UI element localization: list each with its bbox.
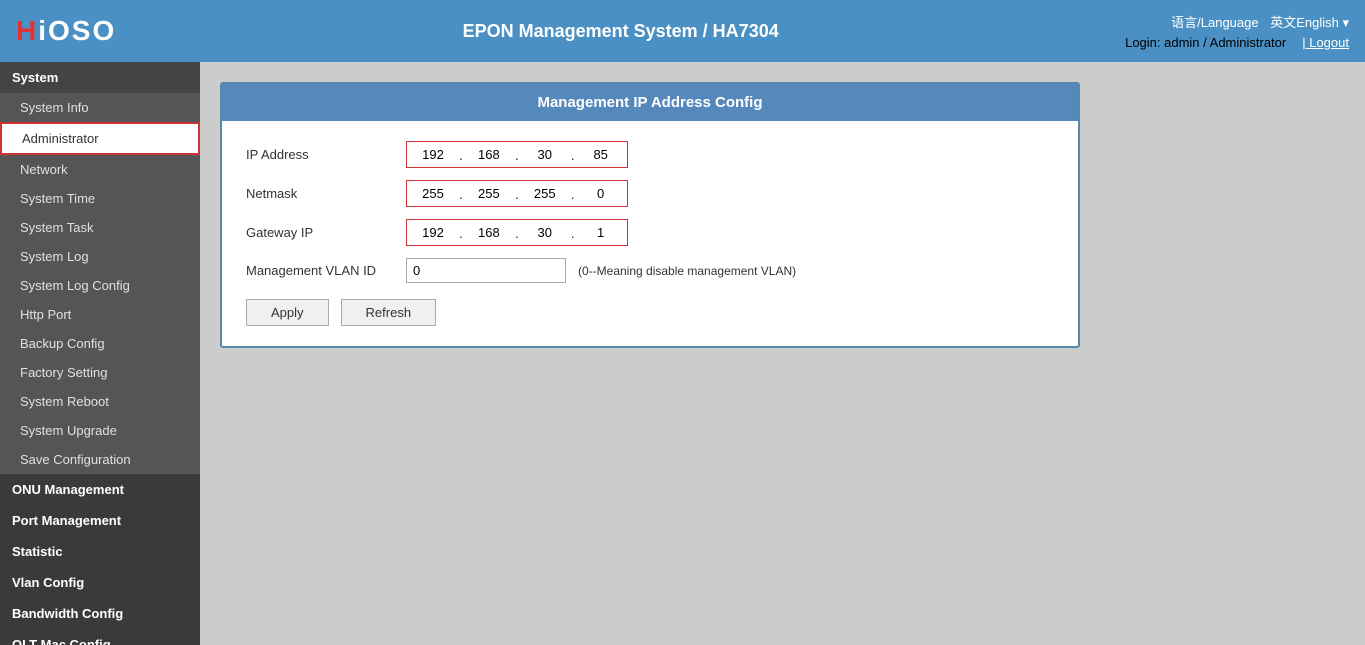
sidebar-item-system-time[interactable]: System Time bbox=[0, 184, 200, 213]
ip-address-octet2[interactable] bbox=[465, 144, 513, 165]
ip-address-inputs: . . . bbox=[406, 141, 628, 168]
netmask-row: Netmask . . . bbox=[246, 180, 1054, 207]
lang-label: 语言/Language bbox=[1171, 12, 1258, 31]
sidebar-item-system-log-config[interactable]: System Log Config bbox=[0, 271, 200, 300]
ip-address-label: IP Address bbox=[246, 147, 406, 162]
ip-address-octet3[interactable] bbox=[521, 144, 569, 165]
language-selector[interactable]: 语言/Language 英文English ▾ bbox=[1171, 12, 1349, 31]
sidebar-item-system-task[interactable]: System Task bbox=[0, 213, 200, 242]
netmask-dot-3: . bbox=[569, 186, 577, 202]
header-right: 语言/Language 英文English ▾ Login: admin / A… bbox=[1125, 12, 1349, 50]
content-area: Management IP Address Config IP Address … bbox=[200, 62, 1365, 645]
netmask-dot-1: . bbox=[457, 186, 465, 202]
sidebar-section-vlan[interactable]: Vlan Config bbox=[0, 567, 200, 598]
lang-value[interactable]: 英文English ▾ bbox=[1270, 12, 1349, 31]
ip-dot-2: . bbox=[513, 147, 521, 163]
logout-link[interactable]: | Logout bbox=[1302, 35, 1349, 50]
sidebar-item-http-port[interactable]: Http Port bbox=[0, 300, 200, 329]
login-info: Login: admin / Administrator bbox=[1125, 35, 1286, 50]
apply-button[interactable]: Apply bbox=[246, 299, 329, 326]
netmask-octet2[interactable] bbox=[465, 183, 513, 204]
netmask-octet1[interactable] bbox=[409, 183, 457, 204]
gateway-dot-1: . bbox=[457, 225, 465, 241]
config-panel-body: IP Address . . . Netmask bbox=[222, 121, 1078, 346]
ip-dot-1: . bbox=[457, 147, 465, 163]
vlan-row: Management VLAN ID (0--Meaning disable m… bbox=[246, 258, 1054, 283]
gateway-octet3[interactable] bbox=[521, 222, 569, 243]
ip-address-octet1[interactable] bbox=[409, 144, 457, 165]
netmask-inputs: . . . bbox=[406, 180, 628, 207]
gateway-octet1[interactable] bbox=[409, 222, 457, 243]
sidebar: System System Info Administrator Network… bbox=[0, 62, 200, 645]
sidebar-section-olt-mac[interactable]: OLT Mac Config bbox=[0, 629, 200, 645]
logo-text: HiOSO bbox=[16, 15, 116, 47]
vlan-hint: (0--Meaning disable management VLAN) bbox=[578, 264, 796, 278]
sidebar-section-bandwidth[interactable]: Bandwidth Config bbox=[0, 598, 200, 629]
gateway-octet2[interactable] bbox=[465, 222, 513, 243]
sidebar-item-factory-setting[interactable]: Factory Setting bbox=[0, 358, 200, 387]
ip-address-row: IP Address . . . bbox=[246, 141, 1054, 168]
ip-dot-3: . bbox=[569, 147, 577, 163]
sidebar-item-administrator[interactable]: Administrator bbox=[0, 122, 200, 155]
header-title: EPON Management System / HA7304 bbox=[463, 21, 779, 42]
config-panel: Management IP Address Config IP Address … bbox=[220, 82, 1080, 348]
sidebar-item-system-reboot[interactable]: System Reboot bbox=[0, 387, 200, 416]
sidebar-item-system-info[interactable]: System Info bbox=[0, 93, 200, 122]
header: HiOSO EPON Management System / HA7304 语言… bbox=[0, 0, 1365, 62]
config-panel-title: Management IP Address Config bbox=[222, 84, 1078, 121]
sidebar-section-system: System bbox=[0, 62, 200, 93]
sidebar-item-backup-config[interactable]: Backup Config bbox=[0, 329, 200, 358]
logo: HiOSO bbox=[16, 15, 116, 47]
gateway-inputs: . . . bbox=[406, 219, 628, 246]
netmask-octet3[interactable] bbox=[521, 183, 569, 204]
gateway-row: Gateway IP . . . bbox=[246, 219, 1054, 246]
vlan-input[interactable] bbox=[406, 258, 566, 283]
refresh-button[interactable]: Refresh bbox=[341, 299, 437, 326]
netmask-label: Netmask bbox=[246, 186, 406, 201]
gateway-dot-2: . bbox=[513, 225, 521, 241]
sidebar-item-save-configuration[interactable]: Save Configuration bbox=[0, 445, 200, 474]
sidebar-section-onu[interactable]: ONU Management bbox=[0, 474, 200, 505]
gateway-label: Gateway IP bbox=[246, 225, 406, 240]
gateway-dot-3: . bbox=[569, 225, 577, 241]
netmask-dot-2: . bbox=[513, 186, 521, 202]
main-layout: System System Info Administrator Network… bbox=[0, 62, 1365, 645]
sidebar-section-port[interactable]: Port Management bbox=[0, 505, 200, 536]
ip-address-octet4[interactable] bbox=[577, 144, 625, 165]
netmask-octet4[interactable] bbox=[577, 183, 625, 204]
sidebar-section-statistic[interactable]: Statistic bbox=[0, 536, 200, 567]
sidebar-item-system-upgrade[interactable]: System Upgrade bbox=[0, 416, 200, 445]
sidebar-item-system-log[interactable]: System Log bbox=[0, 242, 200, 271]
button-row: Apply Refresh bbox=[246, 299, 1054, 326]
vlan-label: Management VLAN ID bbox=[246, 263, 406, 278]
gateway-octet4[interactable] bbox=[577, 222, 625, 243]
sidebar-item-network[interactable]: Network bbox=[0, 155, 200, 184]
